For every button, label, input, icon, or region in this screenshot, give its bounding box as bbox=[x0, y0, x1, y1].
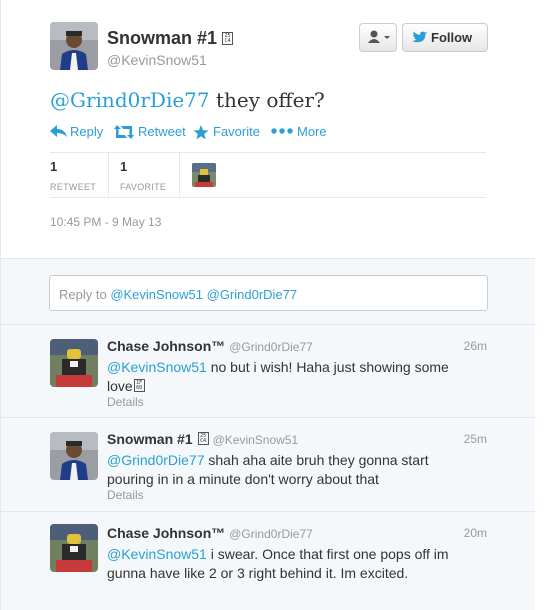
favoriter-avatar[interactable] bbox=[192, 163, 216, 187]
reply-box-container: Reply to @KevinSnow51 @Grind0rDie77 bbox=[1, 258, 535, 325]
reply-time[interactable]: 20m bbox=[464, 526, 487, 540]
reply-author-name[interactable]: Snowman #1 25 C4 @KevinSnow51 bbox=[107, 431, 298, 447]
tweet-timestamp: 10:45 PM - 9 May 13 bbox=[50, 215, 162, 229]
retweet-icon bbox=[114, 125, 134, 139]
reply-author-name[interactable]: Chase Johnson™ @Grind0rDie77 bbox=[107, 525, 313, 541]
emoji-glyph-icon: 1F 60 bbox=[133, 379, 145, 392]
reply-tweet[interactable]: Chase Johnson™ @Grind0rDie77 20m @KevinSn… bbox=[1, 512, 535, 610]
more-button[interactable]: More bbox=[271, 123, 327, 141]
reply-details-link[interactable]: Details bbox=[107, 488, 144, 502]
reply-time[interactable]: 26m bbox=[464, 339, 487, 353]
reply-avatar[interactable] bbox=[50, 339, 98, 387]
favorite-button[interactable]: Favorite bbox=[193, 123, 260, 141]
tweet-permalink-frame: Snowman #1 25 C4 @KevinSnow51 Follow @Grin… bbox=[0, 0, 535, 610]
star-icon bbox=[193, 125, 209, 140]
stats-divider-top bbox=[50, 152, 486, 153]
favorite-count[interactable]: 1 FAVORITE bbox=[120, 159, 166, 192]
emoji-glyph-icon: 25 C4 bbox=[197, 432, 209, 445]
mention-link[interactable]: @Grind0rDie77 bbox=[50, 88, 210, 112]
retweet-button[interactable]: Retweet bbox=[114, 123, 186, 141]
main-tweet: Snowman #1 25 C4 @KevinSnow51 Follow @Grin… bbox=[1, 0, 535, 258]
tweet-text: @Grind0rDie77 they offer? bbox=[50, 88, 325, 112]
stats-separator bbox=[108, 153, 109, 197]
author-handle[interactable]: @KevinSnow51 bbox=[107, 52, 207, 68]
reply-details-link[interactable]: Details bbox=[107, 395, 144, 409]
user-icon bbox=[368, 30, 390, 43]
twitter-bird-icon bbox=[412, 31, 428, 43]
mention-link[interactable]: @KevinSnow51 bbox=[107, 546, 207, 562]
reply-text: @KevinSnow51 i swear. Once that first on… bbox=[107, 546, 449, 581]
retweet-count[interactable]: 1 RETWEET bbox=[50, 159, 96, 192]
reply-avatar[interactable] bbox=[50, 524, 98, 572]
stats-divider-bottom bbox=[50, 197, 486, 198]
reply-tweet[interactable]: Snowman #1 25 C4 @KevinSnow51 25m @Grind0rD… bbox=[1, 418, 535, 512]
mention-link[interactable]: @Grind0rDie77 bbox=[107, 452, 204, 468]
mention-link[interactable]: @KevinSnow51 bbox=[107, 359, 207, 375]
more-dots-icon bbox=[271, 128, 293, 134]
author-avatar[interactable] bbox=[50, 22, 98, 70]
author-name[interactable]: Snowman #1 25 C4 bbox=[107, 28, 234, 49]
reply-author-handle[interactable]: @Grind0rDie77 bbox=[229, 527, 313, 541]
reply-author-handle[interactable]: @KevinSnow51 bbox=[213, 433, 299, 447]
reply-author-name[interactable]: Chase Johnson™ @Grind0rDie77 bbox=[107, 338, 313, 354]
reply-icon bbox=[50, 125, 67, 137]
reply-text: @Grind0rDie77 shah aha aite bruh they go… bbox=[107, 452, 429, 487]
reply-button[interactable]: Reply bbox=[50, 123, 103, 141]
reply-text: @KevinSnow51 no but i wish! Haha just sh… bbox=[107, 359, 449, 394]
follow-button[interactable]: Follow bbox=[402, 23, 488, 52]
reply-input[interactable]: Reply to @KevinSnow51 @Grind0rDie77 bbox=[49, 275, 488, 311]
stats-separator bbox=[179, 153, 180, 197]
reply-avatar[interactable] bbox=[50, 432, 98, 480]
reply-time[interactable]: 25m bbox=[464, 432, 487, 446]
user-actions-button[interactable] bbox=[359, 23, 397, 52]
emoji-glyph-icon: 25 C4 bbox=[222, 32, 234, 45]
reply-author-handle[interactable]: @Grind0rDie77 bbox=[229, 340, 313, 354]
reply-tweet[interactable]: Chase Johnson™ @Grind0rDie77 26m @KevinSn… bbox=[1, 325, 535, 418]
